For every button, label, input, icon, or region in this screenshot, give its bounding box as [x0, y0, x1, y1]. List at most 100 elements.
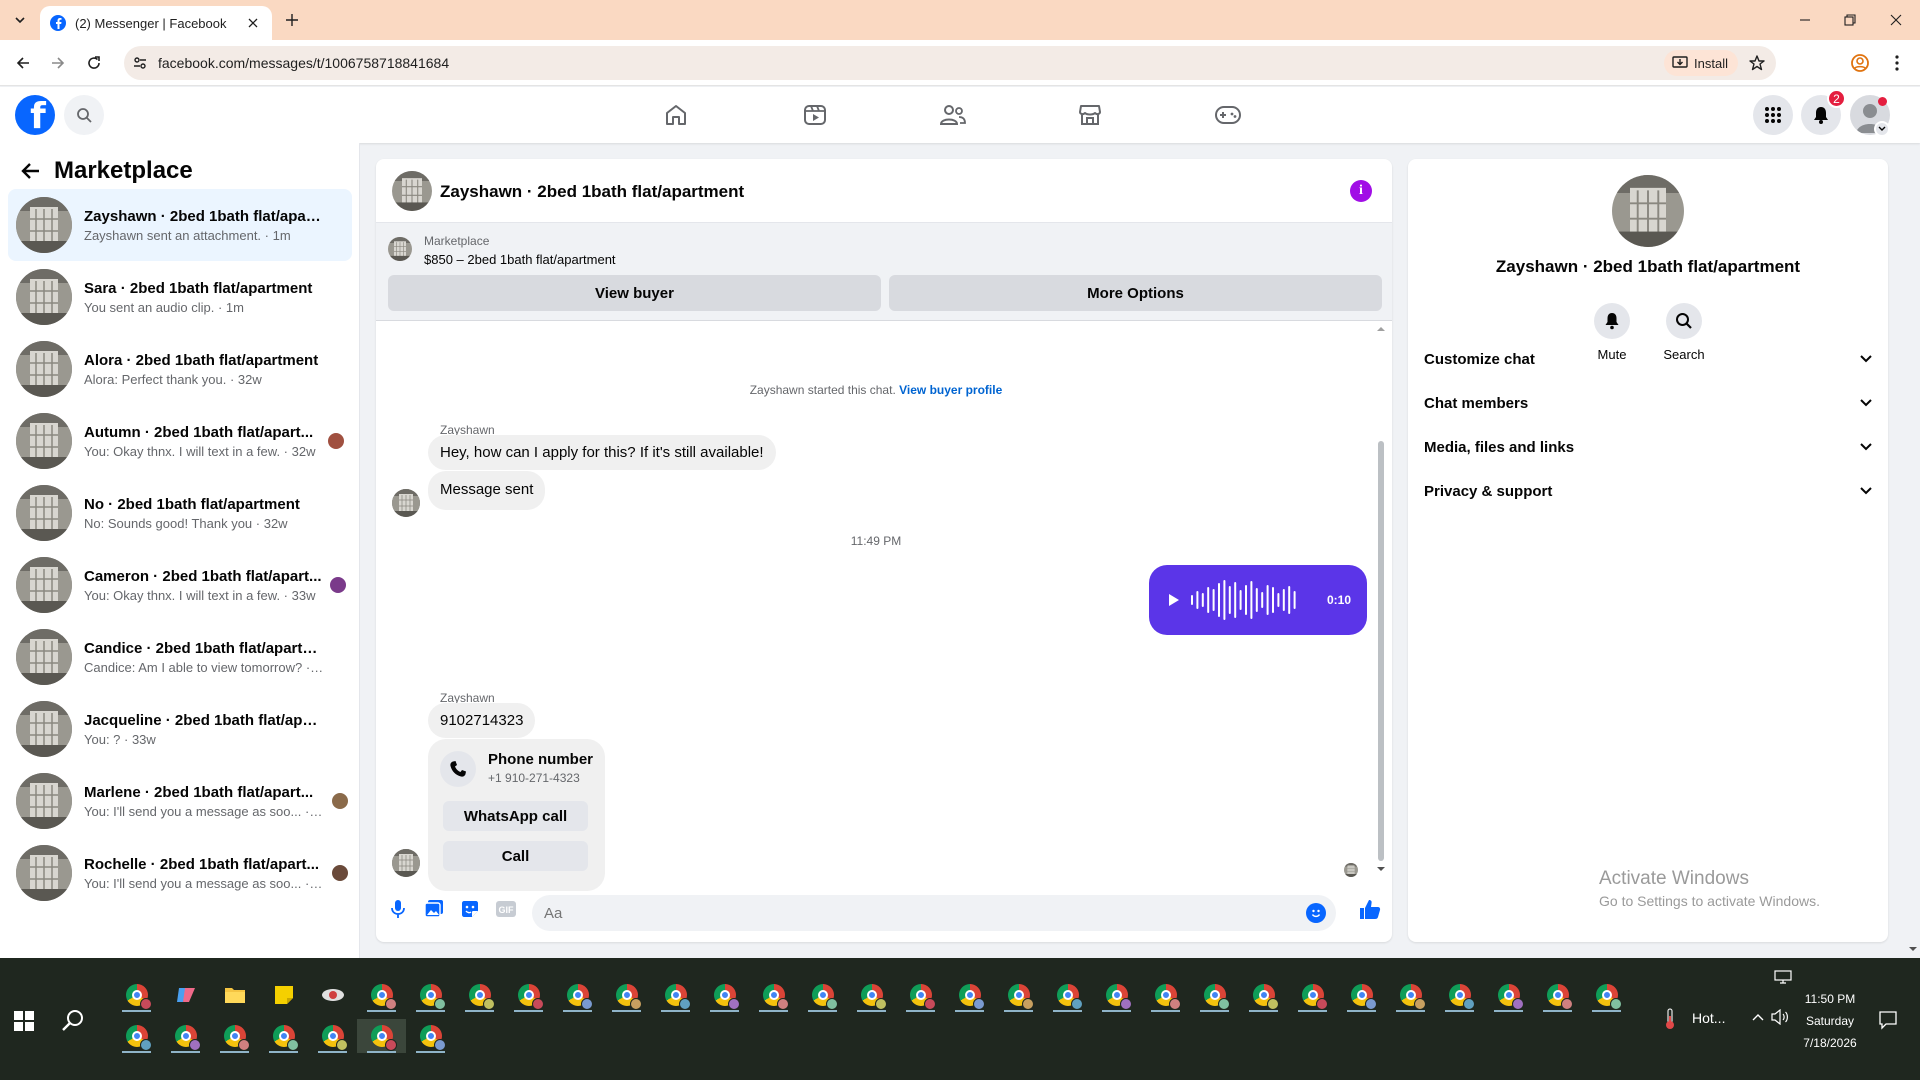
taskbar-app[interactable] [1484, 978, 1533, 1012]
taskbar-app[interactable] [161, 978, 210, 1012]
gaming-icon[interactable] [1212, 99, 1244, 131]
conversation-info-icon[interactable]: i [1350, 180, 1372, 202]
conversation-item[interactable]: Cameron · 2bed 1bath flat/apart... You: O… [8, 549, 352, 621]
chat-scrollbar[interactable] [1376, 325, 1386, 873]
taskbar-clock[interactable]: 11:50 PM Saturday 7/18/2026 [1784, 988, 1876, 1054]
taskbar-app[interactable] [1533, 978, 1582, 1012]
taskbar-app[interactable] [210, 1019, 259, 1053]
new-tab-icon[interactable] [282, 10, 302, 30]
taskbar-search-icon[interactable] [60, 1008, 86, 1034]
taskbar-app[interactable] [406, 1019, 455, 1053]
message-input[interactable] [532, 895, 1292, 931]
home-icon[interactable] [660, 99, 692, 131]
close-window-icon[interactable] [1884, 8, 1908, 32]
view-buyer-profile-link[interactable]: View buyer profile [899, 383, 1002, 397]
menu-grid-icon[interactable] [1753, 95, 1793, 135]
taskbar-app[interactable] [1582, 978, 1631, 1012]
details-section-2[interactable]: Media, files and links [1424, 425, 1872, 469]
scroll-thumb[interactable] [1378, 441, 1384, 861]
taskbar-app[interactable] [1190, 978, 1239, 1012]
taskbar-app[interactable] [602, 978, 651, 1012]
site-settings-icon[interactable] [132, 55, 148, 71]
address-bar[interactable]: facebook.com/messages/t/1006758718841684… [124, 46, 1776, 80]
conversation-item[interactable]: Jacqueline · 2bed 1bath flat/apart... You… [8, 693, 352, 765]
photo-attach-icon[interactable] [422, 897, 446, 921]
reload-icon[interactable] [82, 51, 106, 75]
tab-search-dropdown-icon[interactable] [8, 8, 32, 32]
conversation-item[interactable]: Alora · 2bed 1bath flat/apartment Alora: … [8, 333, 352, 405]
install-app-button[interactable]: Install [1664, 50, 1738, 76]
tab-close-icon[interactable] [244, 14, 262, 32]
taskbar-app[interactable] [994, 978, 1043, 1012]
minimize-icon[interactable] [1793, 8, 1817, 32]
conversation-item[interactable]: No · 2bed 1bath flat/apartment No: Sounds… [8, 477, 352, 549]
call-button[interactable]: Call [443, 841, 588, 871]
taskbar-app[interactable] [1092, 978, 1141, 1012]
taskbar-app[interactable] [504, 978, 553, 1012]
conversation-item[interactable]: Autumn · 2bed 1bath flat/apart... You: Ok… [8, 405, 352, 477]
taskbar-app[interactable] [357, 978, 406, 1012]
page-scroll-down-arrow-icon[interactable] [1908, 944, 1918, 954]
facebook-logo-icon[interactable]: f [15, 95, 55, 135]
view-buyer-button[interactable]: View buyer [388, 275, 881, 311]
windows-start-icon[interactable] [14, 1011, 34, 1031]
taskbar-app[interactable] [553, 978, 602, 1012]
facebook-search-icon[interactable] [64, 95, 104, 135]
taskbar-app[interactable] [455, 978, 504, 1012]
taskbar-app[interactable] [749, 978, 798, 1012]
taskbar-app[interactable] [357, 1019, 406, 1053]
gif-icon[interactable]: GIF [494, 897, 518, 921]
browser-menu-icon[interactable] [1885, 51, 1909, 75]
incoming-message[interactable]: Hey, how can I apply for this? If it's s… [428, 435, 776, 470]
emoji-icon[interactable] [1306, 903, 1326, 923]
notification-center-icon[interactable] [1878, 1010, 1898, 1030]
taskbar-app[interactable] [1288, 978, 1337, 1012]
sticker-icon[interactable] [458, 897, 482, 921]
tray-display-icon[interactable] [1774, 970, 1792, 984]
conversation-item[interactable]: Rochelle · 2bed 1bath flat/apart... You: … [8, 837, 352, 909]
taskbar-app[interactable] [210, 978, 259, 1012]
back-arrow-icon[interactable] [11, 51, 35, 75]
browser-profile-icon[interactable] [1848, 51, 1872, 75]
contact-avatar[interactable] [1612, 175, 1684, 247]
taskbar-app[interactable] [112, 978, 161, 1012]
taskbar-app[interactable] [896, 978, 945, 1012]
taskbar-app[interactable] [945, 978, 994, 1012]
weather-thermometer-icon[interactable] [1663, 1008, 1677, 1030]
taskbar-app[interactable] [259, 1019, 308, 1053]
details-section-0[interactable]: Customize chat [1424, 337, 1872, 381]
chat-avatar[interactable] [392, 171, 432, 211]
conversation-item[interactable]: Zayshawn · 2bed 1bath flat/apart... Zaysh… [8, 189, 352, 261]
video-icon[interactable] [799, 99, 831, 131]
conversation-item[interactable]: Candice · 2bed 1bath flat/apartment Candi… [8, 621, 352, 693]
taskbar-app[interactable] [651, 978, 700, 1012]
taskbar-app[interactable] [308, 978, 357, 1012]
taskbar-app[interactable] [112, 1019, 161, 1053]
taskbar-app[interactable] [1141, 978, 1190, 1012]
taskbar-app[interactable] [700, 978, 749, 1012]
tray-chevron-up-icon[interactable] [1751, 1012, 1765, 1022]
taskbar-app[interactable] [1043, 978, 1092, 1012]
like-thumbs-up-icon[interactable] [1358, 897, 1382, 921]
taskbar-app[interactable] [1435, 978, 1484, 1012]
incoming-message[interactable]: 9102714323 [428, 703, 536, 738]
account-chevron-down-icon[interactable] [1874, 121, 1890, 137]
restore-icon[interactable] [1838, 8, 1862, 32]
taskbar-app[interactable] [259, 978, 308, 1012]
sender-avatar[interactable] [392, 849, 420, 877]
bookmark-star-icon[interactable] [1748, 54, 1766, 72]
whatsapp-call-button[interactable]: WhatsApp call [443, 801, 588, 831]
more-options-button[interactable]: More Options [889, 275, 1382, 311]
browser-tab-messenger[interactable]: (2) Messenger | Facebook [40, 6, 272, 40]
taskbar-app[interactable] [1386, 978, 1435, 1012]
weather-text[interactable]: Hot... [1692, 1010, 1725, 1026]
conversation-item[interactable]: Marlene · 2bed 1bath flat/apart... You: I… [8, 765, 352, 837]
forward-arrow-icon[interactable] [46, 51, 70, 75]
chat-title[interactable]: Zayshawn · 2bed 1bath flat/apartment [440, 182, 744, 202]
sender-avatar[interactable] [392, 489, 420, 517]
taskbar-app[interactable] [847, 978, 896, 1012]
marketplace-icon[interactable] [1074, 99, 1106, 131]
audio-message[interactable]: 0:10 [1149, 565, 1367, 635]
taskbar-app[interactable] [1239, 978, 1288, 1012]
microphone-icon[interactable] [386, 897, 410, 921]
